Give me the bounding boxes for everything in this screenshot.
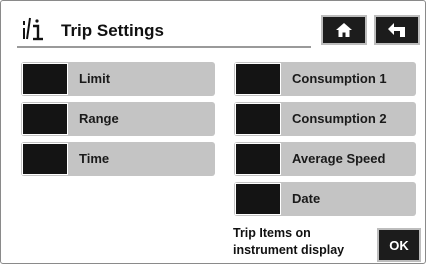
item-label: Consumption 2 [292,111,387,126]
item-toggle[interactable] [22,143,68,175]
item-label: Consumption 1 [292,71,387,86]
trip-item-range[interactable]: Range [21,102,215,136]
item-toggle[interactable] [235,103,281,135]
item-toggle[interactable] [235,183,281,215]
footer-note-line1: Trip Items on [233,226,311,240]
page-title: Trip Settings [61,21,164,40]
item-toggle[interactable] [22,103,68,135]
trip-item-date[interactable]: Date [234,182,416,216]
item-label: Time [79,151,110,166]
trip-info-icon [21,15,47,41]
trip-settings-screen: Trip Settings Limit Range Time Consumpti… [0,0,426,264]
trip-item-consumption-1[interactable]: Consumption 1 [234,62,416,96]
item-toggle[interactable] [22,63,68,95]
trip-item-average-speed[interactable]: Average Speed [234,142,416,176]
item-toggle[interactable] [235,143,281,175]
trip-item-time[interactable]: Time [21,142,215,176]
header-divider [17,46,311,48]
item-label: Limit [79,71,111,86]
home-icon [335,22,353,38]
item-label: Date [292,191,321,206]
home-button[interactable] [321,15,367,45]
trip-item-consumption-2[interactable]: Consumption 2 [234,102,416,136]
item-label: Range [79,111,119,126]
trip-item-limit[interactable]: Limit [21,62,215,96]
item-label: Average Speed [292,151,386,166]
ok-button[interactable]: OK [377,228,421,262]
footer-note-line2: instrument display [233,243,345,257]
back-arrow-icon [387,22,407,38]
back-button[interactable] [374,15,420,45]
footer-note: Trip Items on instrument display [233,225,373,259]
item-toggle[interactable] [235,63,281,95]
